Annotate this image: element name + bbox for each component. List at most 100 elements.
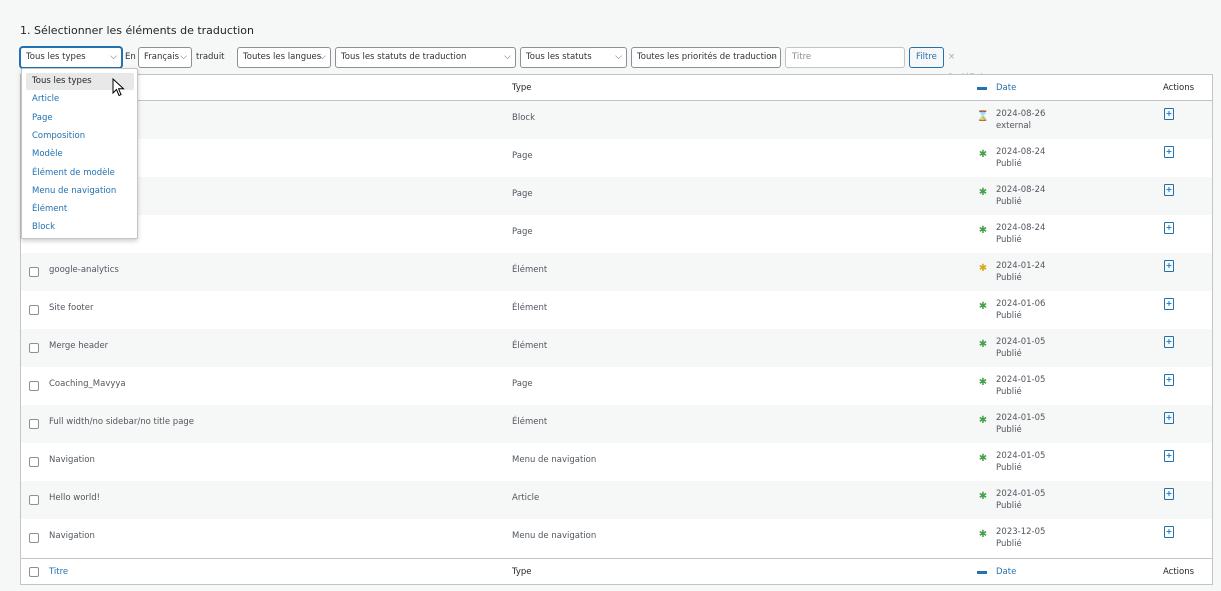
translation-status-select[interactable]: Tous les statuts de traduction ⌵ — [335, 47, 516, 68]
row-date-value: 2024-08-24 — [996, 147, 1046, 157]
translation-items-table: Type Date Actions Block ⌛ 2024-08-26 ext… — [20, 74, 1213, 585]
row-type: Élément — [512, 341, 548, 351]
chevron-down-icon: ⌵ — [504, 52, 511, 62]
row-type: Page — [512, 379, 533, 389]
table-row: Navigation Menu de navigation ✱ 2024-01-… — [21, 443, 1212, 481]
date-column-header[interactable]: Date — [996, 75, 1016, 101]
row-date: 2024-08-24 Publié — [996, 222, 1045, 246]
add-translation-icon[interactable]: + — [1164, 336, 1174, 348]
priority-select[interactable]: Toutes les priorités de traduction ⌵ — [631, 47, 781, 68]
type-select[interactable]: Tous les types ⌵ — [20, 47, 122, 68]
row-date: 2023-12-05 Publié — [996, 526, 1045, 550]
dropdown-option[interactable]: Menu de navigation — [26, 183, 134, 200]
row-date-value: 2024-01-05 — [996, 375, 1046, 385]
translated-ok-icon: ✱ — [978, 491, 988, 502]
dropdown-option[interactable]: Modèle — [26, 146, 134, 163]
row-status: Publié — [996, 159, 1022, 169]
row-type: Article — [512, 493, 540, 503]
row-type: Page — [512, 189, 533, 199]
dropdown-option[interactable]: Block — [26, 219, 134, 236]
add-translation-icon[interactable]: + — [1164, 108, 1174, 120]
row-checkbox[interactable] — [29, 381, 39, 391]
title-column-footer[interactable]: Titre — [49, 559, 68, 585]
filter-button[interactable]: Filtre — [909, 47, 944, 68]
source-language-value: Français — [144, 52, 180, 62]
add-translation-icon[interactable]: + — [1164, 260, 1174, 272]
actions-column-header: Actions — [1163, 83, 1195, 93]
row-title: Full width/no sidebar/no title page — [49, 417, 195, 427]
row-title: google-analytics — [49, 265, 119, 275]
row-status: Publié — [996, 425, 1022, 435]
row-date: 2024-08-26 external — [996, 108, 1045, 132]
translated-ok-icon: ✱ — [978, 377, 988, 388]
dropdown-option[interactable]: Élément — [26, 201, 134, 218]
dropdown-option[interactable]: Élément de modèle — [26, 165, 134, 182]
table-row: Page ✱ 2024-08-24 Publié + — [21, 139, 1212, 177]
row-type: Élément — [512, 265, 548, 275]
row-checkbox[interactable] — [29, 419, 39, 429]
add-translation-icon[interactable]: + — [1164, 412, 1174, 424]
row-type: Page — [512, 227, 533, 237]
row-date: 2024-08-24 Publié — [996, 184, 1045, 208]
table-row: Coaching_Mavyya Page ✱ 2024-01-05 Publié… — [21, 367, 1212, 405]
translated-ok-icon: ✱ — [978, 339, 988, 350]
target-language-value: Toutes les langues — [243, 52, 322, 62]
title-search-input[interactable]: Titre — [785, 47, 905, 68]
type-column-header: Type — [512, 83, 532, 93]
dropdown-option[interactable]: Composition — [26, 128, 134, 145]
chevron-down-icon: ⌵ — [615, 52, 622, 62]
add-translation-icon[interactable]: + — [1164, 488, 1174, 500]
translated-ok-icon: ✱ — [978, 225, 988, 236]
translated-ok-icon: ✱ — [978, 453, 988, 464]
date-column-footer[interactable]: Date — [996, 559, 1016, 585]
row-checkbox[interactable] — [29, 305, 39, 315]
status-value: Tous les statuts — [526, 52, 592, 62]
target-language-select[interactable]: Toutes les langues ⌵ — [237, 47, 331, 68]
translated-ok-icon: ✱ — [978, 187, 988, 198]
row-date: 2024-01-06 Publié — [996, 298, 1045, 322]
row-checkbox[interactable] — [29, 457, 39, 467]
add-translation-icon[interactable]: + — [1164, 222, 1174, 234]
table-row: Page ✱ 2024-08-24 Publié + — [21, 215, 1212, 253]
chevron-down-icon: ⌵ — [769, 52, 776, 62]
row-date-value: 2024-01-05 — [996, 451, 1046, 461]
row-status: Publié — [996, 349, 1022, 359]
type-select-value: Tous les types — [26, 52, 86, 62]
row-date-value: 2024-01-05 — [996, 337, 1046, 347]
row-date-value: 2024-01-05 — [996, 413, 1046, 423]
add-translation-icon[interactable]: + — [1164, 298, 1174, 310]
row-title: Coaching_Mavyya — [49, 379, 126, 389]
row-checkbox[interactable] — [29, 533, 39, 543]
table-row: Site footer Élément ✱ 2024-01-06 Publié … — [21, 291, 1212, 329]
row-title: Site footer — [49, 303, 94, 313]
translated-ok-icon: ✱ — [978, 529, 988, 540]
row-type: Page — [512, 151, 533, 161]
row-date-value: 2024-08-26 — [996, 109, 1046, 119]
add-translation-icon[interactable]: + — [1164, 374, 1174, 386]
row-checkbox[interactable] — [29, 267, 39, 277]
row-date-value: 2024-01-06 — [996, 299, 1046, 309]
table-header: Type Date Actions — [21, 75, 1212, 101]
row-type: Menu de navigation — [512, 455, 597, 465]
in-label: En — [125, 52, 136, 62]
row-checkbox[interactable] — [29, 343, 39, 353]
dropdown-option[interactable]: Page — [26, 110, 134, 127]
add-translation-icon[interactable]: + — [1164, 450, 1174, 462]
row-type: Élément — [512, 417, 548, 427]
add-translation-icon[interactable]: + — [1164, 184, 1174, 196]
status-select[interactable]: Tous les statuts ⌵ — [520, 47, 627, 68]
chevron-down-icon: ⌵ — [319, 52, 326, 62]
row-date-value: 2024-01-24 — [996, 261, 1046, 271]
row-checkbox[interactable] — [29, 495, 39, 505]
add-translation-icon[interactable]: + — [1164, 526, 1174, 538]
translation-status-value: Tous les statuts de traduction — [341, 52, 467, 62]
row-status: Publié — [996, 463, 1022, 473]
row-status: Publié — [996, 197, 1022, 207]
hourglass-icon: ⌛ — [976, 111, 990, 122]
row-status: external — [996, 121, 1031, 131]
type-column-footer: Type — [512, 567, 532, 577]
row-title: Navigation — [49, 455, 95, 465]
source-language-select[interactable]: Français ⌵ — [138, 47, 192, 68]
select-all-checkbox[interactable] — [29, 567, 39, 577]
add-translation-icon[interactable]: + — [1164, 146, 1174, 158]
